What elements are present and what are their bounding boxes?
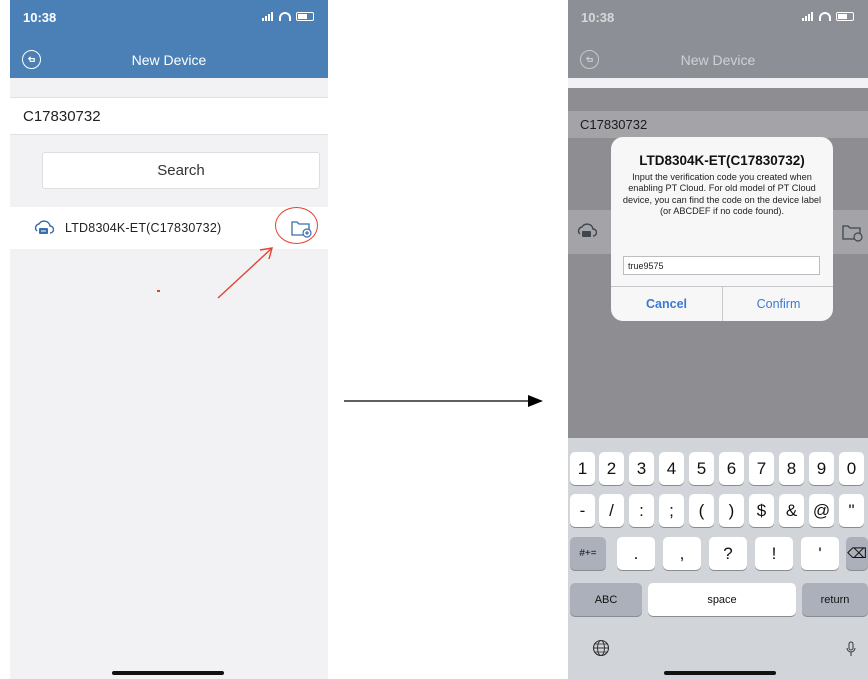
dialog-message: Input the verification code you created … [622,172,822,216]
key-symbols-toggle[interactable]: #+= [570,537,606,570]
key-dollar[interactable]: $ [749,494,774,527]
key-8[interactable]: 8 [779,452,804,485]
confirm-button[interactable]: Confirm [723,286,833,321]
key-close-paren[interactable]: ) [719,494,744,527]
key-2[interactable]: 2 [599,452,624,485]
key-semicolon[interactable]: ; [659,494,684,527]
key-3[interactable]: 3 [629,452,654,485]
status-icons [802,12,854,21]
key-ampersand[interactable]: & [779,494,804,527]
key-7[interactable]: 7 [749,452,774,485]
cloud-device-icon [34,220,54,234]
key-at[interactable]: @ [809,494,834,527]
key-9[interactable]: 9 [809,452,834,485]
key-abc[interactable]: ABC [570,583,642,616]
device-id-value: C17830732 [580,117,648,132]
home-indicator [664,671,776,675]
signal-icon [262,12,274,21]
space-key[interactable]: space [648,583,796,616]
key-apostrophe[interactable]: ' [801,537,839,570]
key-1[interactable]: 1 [570,452,595,485]
return-key[interactable]: return [802,583,868,616]
signal-icon [802,12,814,21]
wifi-icon [279,12,291,21]
left-phone-screen: 10:38 New Device Search LTD8304K-ET(C178… [10,0,328,679]
page-title: New Device [131,52,207,68]
key-comma[interactable]: , [663,537,701,570]
key-exclamation[interactable]: ! [755,537,793,570]
verification-dialog: LTD8304K-ET(C17830732) Input the verific… [611,137,833,321]
add-device-icon [842,225,863,242]
key-slash[interactable]: / [599,494,624,527]
key-0[interactable]: 0 [839,452,864,485]
key-open-paren[interactable]: ( [689,494,714,527]
device-name: LTD8304K-ET(C17830732) [65,221,222,235]
app-header: 10:38 New Device [10,0,328,78]
status-time: 10:38 [23,10,57,25]
annotation-arrow-icon [217,247,273,299]
key-4[interactable]: 4 [659,452,684,485]
wifi-icon [819,12,831,21]
battery-icon [296,12,314,21]
device-id-field[interactable] [10,97,328,135]
key-quote[interactable]: " [839,494,864,527]
dialog-title: LTD8304K-ET(C17830732) [639,153,805,168]
verification-code-input[interactable]: true9575 [623,256,820,275]
key-period[interactable]: . [617,537,655,570]
right-phone-screen: 10:38 New Device C17830732 LTD8304K-ET(C… [568,0,868,679]
key-5[interactable]: 5 [689,452,714,485]
annotation-mark [157,290,160,292]
globe-icon[interactable] [592,639,610,657]
search-button[interactable]: Search [42,152,320,189]
key-6[interactable]: 6 [719,452,744,485]
cancel-button[interactable]: Cancel [611,286,722,321]
backspace-key[interactable]: ⌫ [846,537,868,570]
key-question[interactable]: ? [709,537,747,570]
battery-icon [836,12,854,21]
home-indicator [112,671,224,675]
app-header: 10:38 New Device [568,0,868,78]
page-title: New Device [680,52,756,68]
cloud-device-icon [577,223,597,237]
status-icons [262,12,314,21]
key-colon[interactable]: : [629,494,654,527]
device-id-input[interactable] [10,98,328,134]
key-hyphen[interactable]: - [570,494,595,527]
transition-arrow-icon [344,395,543,407]
highlight-circle [275,207,318,244]
status-time: 10:38 [581,10,615,25]
screenshot-canvas: 10:38 New Device Search LTD8304K-ET(C178… [0,0,868,679]
mic-icon[interactable] [846,641,856,657]
